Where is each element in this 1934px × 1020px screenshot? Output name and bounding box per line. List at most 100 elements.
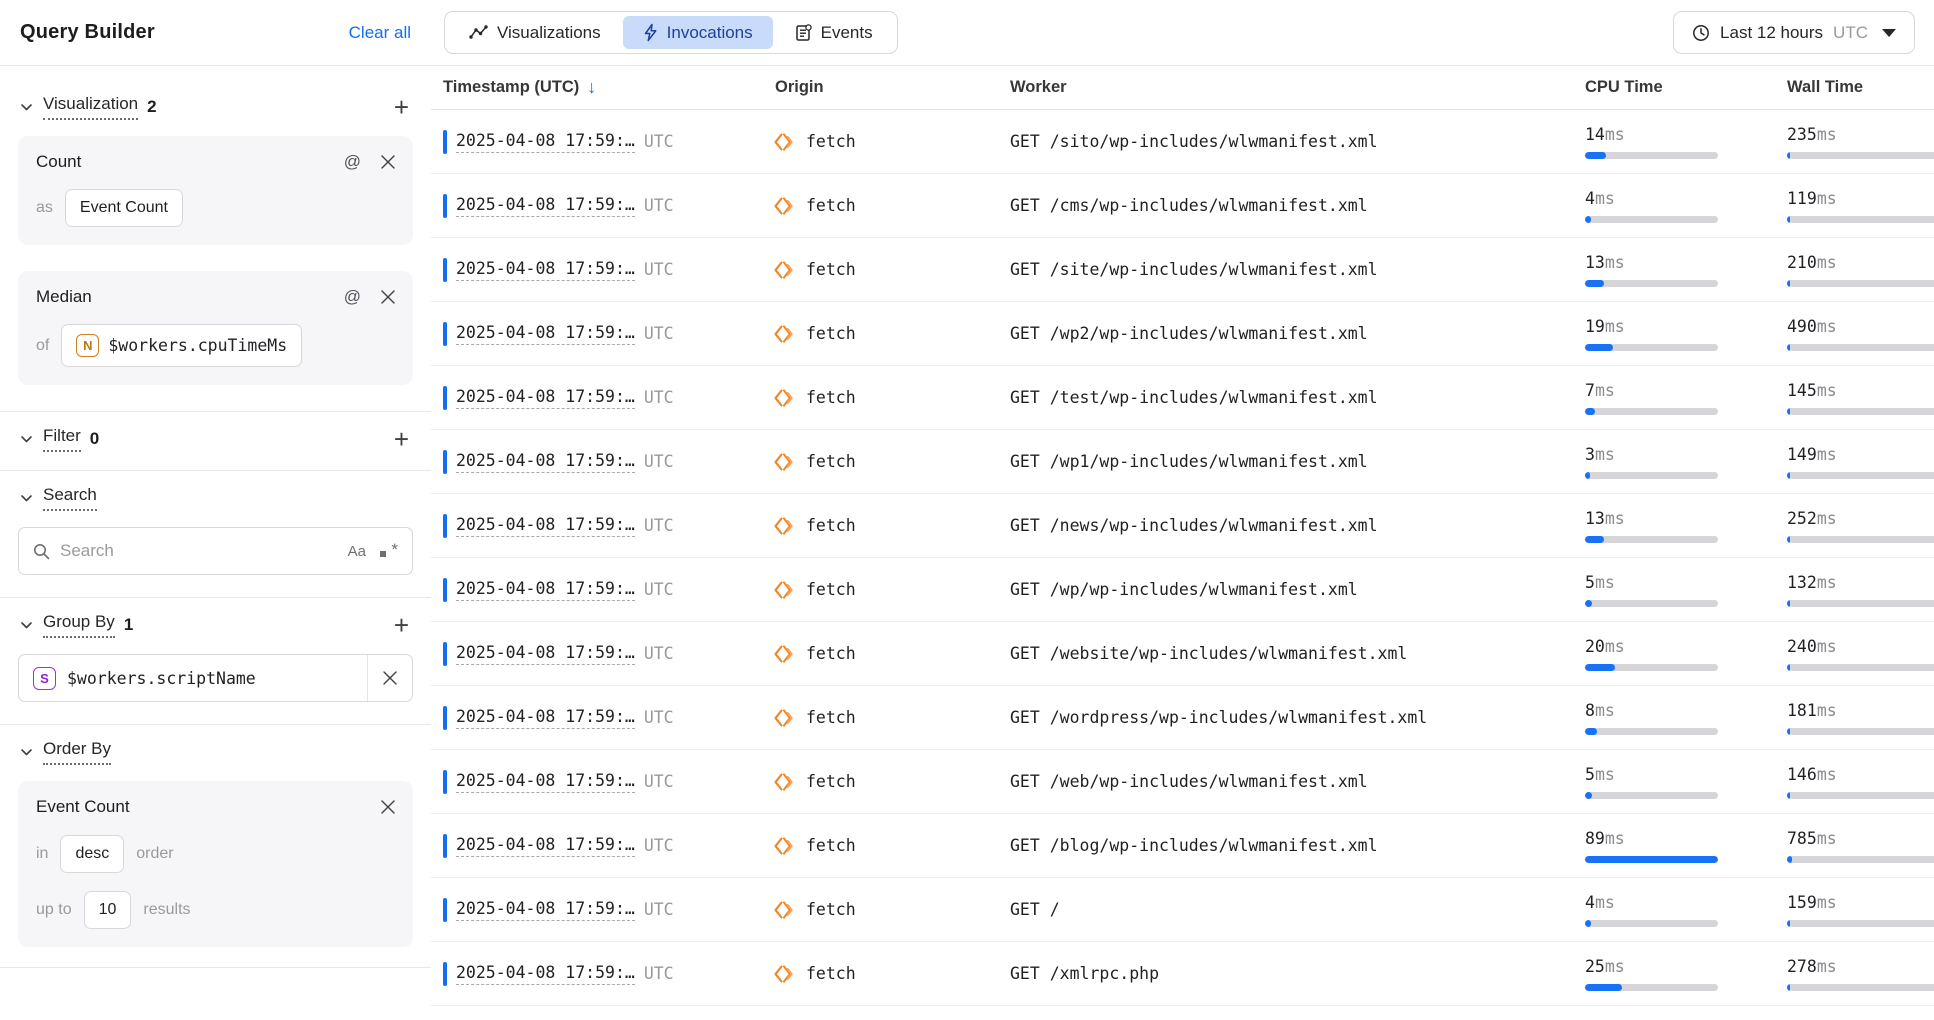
add-filter-button[interactable]: + [392,426,411,452]
timestamp-value[interactable]: 2025-04-08 17:59:… [456,323,635,345]
close-icon[interactable] [381,155,395,169]
at-mention-icon[interactable]: @ [344,287,361,307]
invocations-panel: Visualizations Invocations [431,0,1934,1020]
ms-unit: ms [1595,765,1615,784]
group-by-field[interactable]: S $workers.scriptName [18,654,413,702]
table-row[interactable]: 2025-04-08 17:59:…UTC fetchGET /sito/wp-… [431,110,1934,174]
timestamp-timezone: UTC [644,260,674,279]
lightning-bolt-icon [643,23,658,42]
regex-toggle[interactable]: * [380,543,398,559]
tab-invocations[interactable]: Invocations [623,16,773,49]
in-label: in [36,845,48,863]
filter-section-title[interactable]: Filter [43,426,81,452]
main-topbar: Visualizations Invocations [431,0,1934,66]
table-row[interactable]: 2025-04-08 17:59:…UTC fetchGET /cms/wp-i… [431,174,1934,238]
workers-fetch-icon [773,771,795,793]
tab-events[interactable]: Events [775,16,893,49]
sort-direction-button[interactable]: desc [60,835,124,873]
event-count-alias-button[interactable]: Event Count [65,189,183,227]
table-row[interactable]: 2025-04-08 17:59:…UTC fetchGET /test/wp-… [431,366,1934,430]
order-label: order [136,845,173,863]
cpu-time-bar [1585,344,1718,351]
origin-value: fetch [806,324,856,343]
tab-visualizations[interactable]: Visualizations [449,16,621,49]
close-icon[interactable] [381,290,395,304]
timestamp-value[interactable]: 2025-04-08 17:59:… [456,579,635,601]
timestamp-timezone: UTC [644,900,674,919]
remove-group-by-button[interactable] [367,655,412,701]
close-icon[interactable] [381,800,395,814]
of-label: of [36,337,49,355]
workers-fetch-icon [773,451,795,473]
row-accent-bar [443,130,447,154]
timestamp-value[interactable]: 2025-04-08 17:59:… [456,707,635,729]
add-visualization-button[interactable]: + [392,94,411,120]
cpu-time-bar [1585,856,1718,863]
chevron-down-icon[interactable] [20,101,33,114]
row-accent-bar [443,386,447,410]
table-row[interactable]: 2025-04-08 17:59:…UTC fetchGET /web/wp-i… [431,750,1934,814]
chevron-down-icon[interactable] [20,619,33,632]
ms-unit: ms [1605,509,1625,528]
table-row[interactable]: 2025-04-08 17:59:…UTC fetchGET /site/wp-… [431,238,1934,302]
ms-unit: ms [1605,829,1625,848]
match-case-toggle[interactable]: Aa [348,543,366,560]
timestamp-timezone: UTC [644,836,674,855]
result-limit-input[interactable]: 10 [84,891,132,929]
table-row[interactable]: 2025-04-08 17:59:…UTC fetchGET /wordpres… [431,686,1934,750]
wall-time-value: 119 [1787,189,1817,208]
table-row[interactable]: 2025-04-08 17:59:…UTC fetchGET /4ms159ms [431,878,1934,942]
chevron-down-icon[interactable] [20,746,33,759]
workers-fetch-icon [773,579,795,601]
search-section-title[interactable]: Search [43,485,97,511]
search-input[interactable] [60,541,334,561]
timestamp-value[interactable]: 2025-04-08 17:59:… [456,515,635,537]
timestamp-value[interactable]: 2025-04-08 17:59:… [456,771,635,793]
timestamp-value[interactable]: 2025-04-08 17:59:… [456,387,635,409]
table-row[interactable]: 2025-04-08 17:59:…UTC fetchGET /news/wp-… [431,494,1934,558]
filter-section-header: Filter 0 + [20,426,411,452]
chevron-down-icon[interactable] [20,433,33,446]
column-header-origin[interactable]: Origin [763,78,1010,97]
column-header-wall-time[interactable]: Wall Time [1775,78,1934,97]
timestamp-value[interactable]: 2025-04-08 17:59:… [456,259,635,281]
ms-unit: ms [1817,573,1837,592]
wall-time-bar [1787,984,1934,991]
column-header-worker[interactable]: Worker [1010,78,1573,97]
group-by-section-title[interactable]: Group By [43,612,115,638]
median-field-button[interactable]: N $workers.cpuTimeMs [61,324,302,367]
ms-unit: ms [1605,125,1625,144]
timestamp-value[interactable]: 2025-04-08 17:59:… [456,835,635,857]
query-builder-app: Query Builder Clear all Visualization 2 … [0,0,1934,1020]
order-by-section-title[interactable]: Order By [43,739,111,765]
table-row[interactable]: 2025-04-08 17:59:…UTC fetchGET /wp1/wp-i… [431,430,1934,494]
timestamp-timezone: UTC [644,324,674,343]
ms-unit: ms [1817,317,1837,336]
time-range-selector[interactable]: Last 12 hours UTC [1673,11,1915,54]
workers-fetch-icon [773,643,795,665]
table-row[interactable]: 2025-04-08 17:59:…UTC fetchGET /wp2/wp-i… [431,302,1934,366]
table-row[interactable]: 2025-04-08 17:59:…UTC fetchGET /blog/wp-… [431,814,1934,878]
cpu-time-value: 8 [1585,701,1595,720]
table-row[interactable]: 2025-04-08 17:59:…UTC fetchGET /website/… [431,622,1934,686]
timestamp-value[interactable]: 2025-04-08 17:59:… [456,195,635,217]
ms-unit: ms [1605,957,1625,976]
column-header-timestamp[interactable]: Timestamp (UTC) ↓ [431,77,763,98]
chevron-down-icon[interactable] [20,492,33,505]
ms-unit: ms [1817,957,1837,976]
table-row[interactable]: 2025-04-08 17:59:…UTC fetchGET /xmlrpc.p… [431,942,1934,1006]
column-header-cpu-time[interactable]: CPU Time [1573,78,1775,97]
timestamp-timezone: UTC [644,388,674,407]
timestamp-value[interactable]: 2025-04-08 17:59:… [456,963,635,985]
add-group-by-button[interactable]: + [392,612,411,638]
timestamp-value[interactable]: 2025-04-08 17:59:… [456,899,635,921]
timestamp-value[interactable]: 2025-04-08 17:59:… [456,643,635,665]
timestamp-value[interactable]: 2025-04-08 17:59:… [456,131,635,153]
at-mention-icon[interactable]: @ [344,152,361,172]
ms-unit: ms [1595,893,1615,912]
worker-request: GET /sito/wp-includes/wlwmanifest.xml [1010,132,1573,151]
timestamp-value[interactable]: 2025-04-08 17:59:… [456,451,635,473]
table-row[interactable]: 2025-04-08 17:59:…UTC fetchGET /wp/wp-in… [431,558,1934,622]
visualization-section-title[interactable]: Visualization [43,94,138,120]
clear-all-button[interactable]: Clear all [349,23,411,43]
